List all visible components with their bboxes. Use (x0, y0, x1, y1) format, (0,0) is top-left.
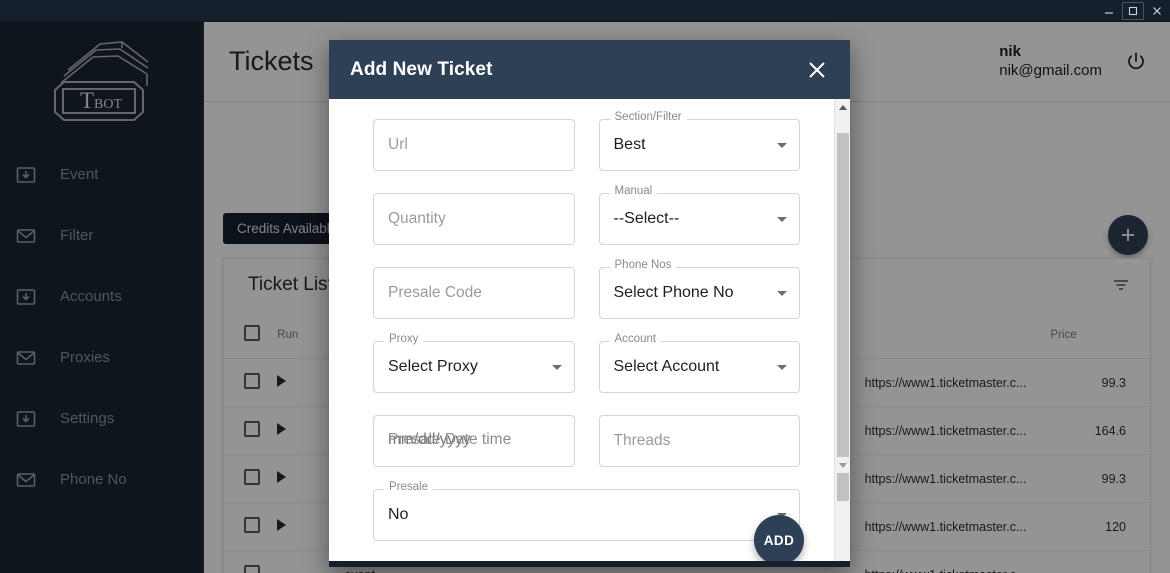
add-new-ticket-dialog: Add New Ticket Url Section/Filter Best Q… (329, 40, 850, 567)
quantity-field-wrap: Quantity (373, 193, 575, 245)
form-row-6: Presale No (373, 481, 800, 541)
chevron-down-icon (777, 142, 787, 148)
threads-placeholder: Threads (613, 432, 671, 449)
phone-nos-select[interactable]: Phone Nos Select Phone No (598, 259, 800, 319)
presale-datetime-input[interactable]: mm/dd/yyyy Presale Date time (373, 415, 575, 467)
add-button[interactable]: ADD (754, 515, 804, 565)
app-window: T BOT Event Filter Accounts Proxies Sett… (0, 0, 1170, 573)
phone-nos-field-wrap: Phone Nos Select Phone No (598, 259, 800, 319)
dialog-scrollbar[interactable] (834, 99, 850, 567)
proxy-select[interactable]: Proxy Select Proxy (373, 333, 575, 393)
chevron-down-icon (777, 290, 787, 296)
chevron-down-icon (551, 364, 562, 370)
section-filter-label: Section/Filter (609, 111, 687, 124)
chevron-down-icon (777, 364, 787, 370)
threads-input[interactable]: Threads (598, 415, 800, 467)
manual-label: Manual (609, 185, 658, 198)
url-placeholder: Url (388, 136, 408, 153)
manual-field-wrap: Manual --Select-- (598, 185, 800, 245)
threads-field-wrap: Threads (598, 415, 800, 467)
dialog-bottom-strip (329, 561, 850, 567)
maximize-icon[interactable] (1122, 1, 1144, 20)
account-value: Select Account (613, 358, 720, 375)
presale-code-placeholder: Presale Code (388, 284, 482, 301)
url-input[interactable]: Url (373, 119, 575, 171)
close-icon[interactable] (806, 59, 828, 81)
section-filter-field-wrap: Section/Filter Best (598, 111, 800, 171)
scroll-up-arrow-icon[interactable] (835, 99, 850, 115)
account-label: Account (609, 333, 662, 346)
presale-datetime-overlap: mm/dd/yyyy Presale Date time (388, 431, 560, 451)
dialog-body: Url Section/Filter Best Quantity Manual … (329, 99, 850, 567)
scroll-down-arrow-icon[interactable] (835, 457, 850, 473)
presale-datetime-field-wrap: mm/dd/yyyy Presale Date time (373, 415, 575, 467)
proxy-field-wrap: Proxy Select Proxy (373, 333, 575, 393)
presale-value: No (388, 506, 409, 523)
section-filter-select[interactable]: Section/Filter Best (598, 111, 800, 171)
manual-value: --Select-- (613, 210, 680, 227)
chevron-down-icon (777, 216, 787, 222)
proxy-label: Proxy (384, 333, 424, 346)
presale-code-field-wrap: Presale Code (373, 267, 575, 319)
dialog-header: Add New Ticket (329, 40, 850, 99)
form-row-1: Url Section/Filter Best (373, 111, 800, 171)
dialog-title: Add New Ticket (350, 58, 493, 80)
scrollbar-thumb[interactable] (837, 133, 849, 501)
url-field-wrap: Url (373, 119, 575, 171)
presale-select[interactable]: Presale No (373, 481, 800, 541)
close-icon[interactable] (1146, 2, 1168, 20)
window-titlebar (0, 0, 1170, 22)
presale-code-input[interactable]: Presale Code (373, 267, 575, 319)
section-filter-value: Best (613, 136, 646, 153)
phone-nos-label: Phone Nos (609, 259, 677, 272)
form-row-2: Quantity Manual --Select-- (373, 185, 800, 245)
form-row-4: Proxy Select Proxy Account Select Accoun… (373, 333, 800, 393)
quantity-input[interactable]: Quantity (373, 193, 575, 245)
presale-label: Presale (384, 481, 433, 494)
manual-select[interactable]: Manual --Select-- (598, 185, 800, 245)
proxy-value: Select Proxy (388, 358, 478, 375)
dialog-form: Url Section/Filter Best Quantity Manual … (329, 99, 834, 567)
account-field-wrap: Account Select Account (598, 333, 800, 393)
account-select[interactable]: Account Select Account (598, 333, 800, 393)
presale-field-wrap: Presale No (373, 481, 800, 541)
quantity-placeholder: Quantity (388, 210, 446, 227)
presale-datetime-label: Presale Date time (388, 431, 512, 448)
form-row-3: Presale Code Phone Nos Select Phone No (373, 259, 800, 319)
phone-nos-value: Select Phone No (613, 284, 734, 301)
minimize-icon[interactable] (1098, 2, 1120, 20)
form-row-5: mm/dd/yyyy Presale Date time Threads (373, 415, 800, 467)
